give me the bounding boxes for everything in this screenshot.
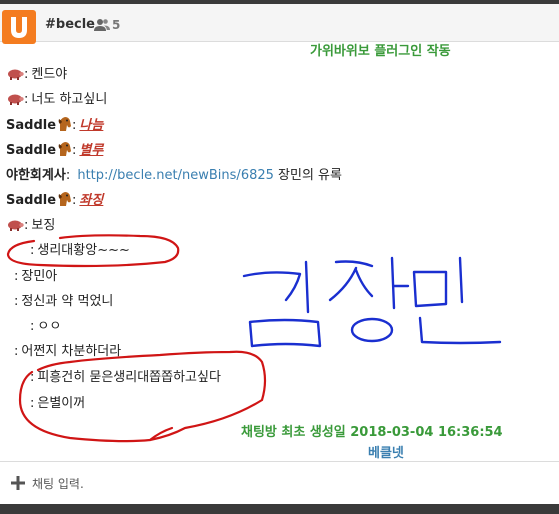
message-item: Saddle : 별루 — [6, 142, 104, 158]
pig-icon — [8, 69, 24, 80]
created-notice: 채팅방 최초 생성일 2018-03-04 16:36:54 — [241, 425, 503, 440]
message-text: 장민의 유록 — [278, 168, 342, 183]
message-text: 정신과 약 먹었니 — [21, 294, 114, 309]
message-item: : 너도 하고싶니 — [6, 89, 107, 111]
chat-window: #becle 5 가위바위보 플러그인 작동 : 켄드야: 너도 하고싶니 S… — [0, 0, 559, 514]
message-text: 너도 하고싶니 — [31, 92, 108, 107]
message-item: Saddle : 나늠 — [6, 117, 104, 133]
pig-icon — [8, 220, 24, 231]
message-item: : ㅇㅇ — [30, 319, 62, 334]
message-item: : 은별이꺼 — [30, 396, 86, 411]
message-item: : 보징 — [6, 215, 55, 237]
message-nick[interactable]: Saddle — [6, 193, 56, 208]
horse-icon — [58, 192, 72, 206]
message-nick[interactable]: Saddle — [6, 118, 56, 133]
brand-notice: 베클넷 — [368, 446, 404, 460]
message-item: : 정신과 약 먹었니 — [14, 294, 114, 309]
message-text: 켄드야 — [31, 67, 68, 82]
window-bottom-bar — [0, 504, 559, 514]
chat-header: #becle 5 — [0, 4, 559, 44]
message-item: : 피흥건히 묻은생리대쫍쫍하고싶다 — [30, 370, 221, 385]
message-text: 좌징 — [79, 193, 104, 208]
plugin-notice: 가위바위보 플러그인 작동 — [310, 44, 451, 59]
chat-input[interactable] — [32, 470, 547, 498]
orange-u-logo-icon[interactable] — [2, 10, 36, 44]
message-item: 야한회계사: http://becle.net/newBins/6825 장민의… — [6, 168, 342, 183]
message-item: : 켄드야 — [6, 64, 67, 86]
message-item: : 생리대황앙~~~ — [30, 243, 130, 258]
plus-icon[interactable] — [10, 475, 26, 491]
message-text: 어쩐지 차분하더라 — [21, 344, 122, 359]
pig-icon — [8, 94, 24, 105]
message-text: 나늠 — [79, 118, 104, 133]
horse-icon — [58, 142, 72, 156]
users-icon[interactable] — [94, 18, 110, 32]
message-text: 피흥건히 묻은생리대쫍쫍하고싶다 — [37, 370, 221, 385]
channel-name[interactable]: #becle — [45, 17, 95, 32]
message-text: 보징 — [31, 218, 56, 233]
user-count: 5 — [112, 18, 121, 32]
horse-icon — [58, 117, 72, 131]
message-text: 생리대황앙~~~ — [37, 243, 130, 258]
message-item: : 어쩐지 차분하더라 — [14, 344, 122, 359]
message-text: 은별이꺼 — [37, 396, 86, 411]
message-nick[interactable]: 야한회계사 — [6, 168, 66, 183]
message-text: 장민아 — [21, 269, 58, 284]
message-text: ㅇㅇ — [37, 319, 62, 334]
message-item: Saddle : 좌징 — [6, 192, 104, 208]
message-list[interactable]: 가위바위보 플러그인 작동 : 켄드야 : 너도 하고싶니 Saddle: 나… — [0, 42, 559, 460]
chat-input-bar — [0, 461, 559, 504]
message-link[interactable]: http://becle.net/newBins/6825 — [77, 168, 274, 183]
message-nick[interactable]: Saddle — [6, 143, 56, 158]
message-text: 별루 — [79, 143, 104, 158]
message-item: : 장민아 — [14, 269, 58, 284]
